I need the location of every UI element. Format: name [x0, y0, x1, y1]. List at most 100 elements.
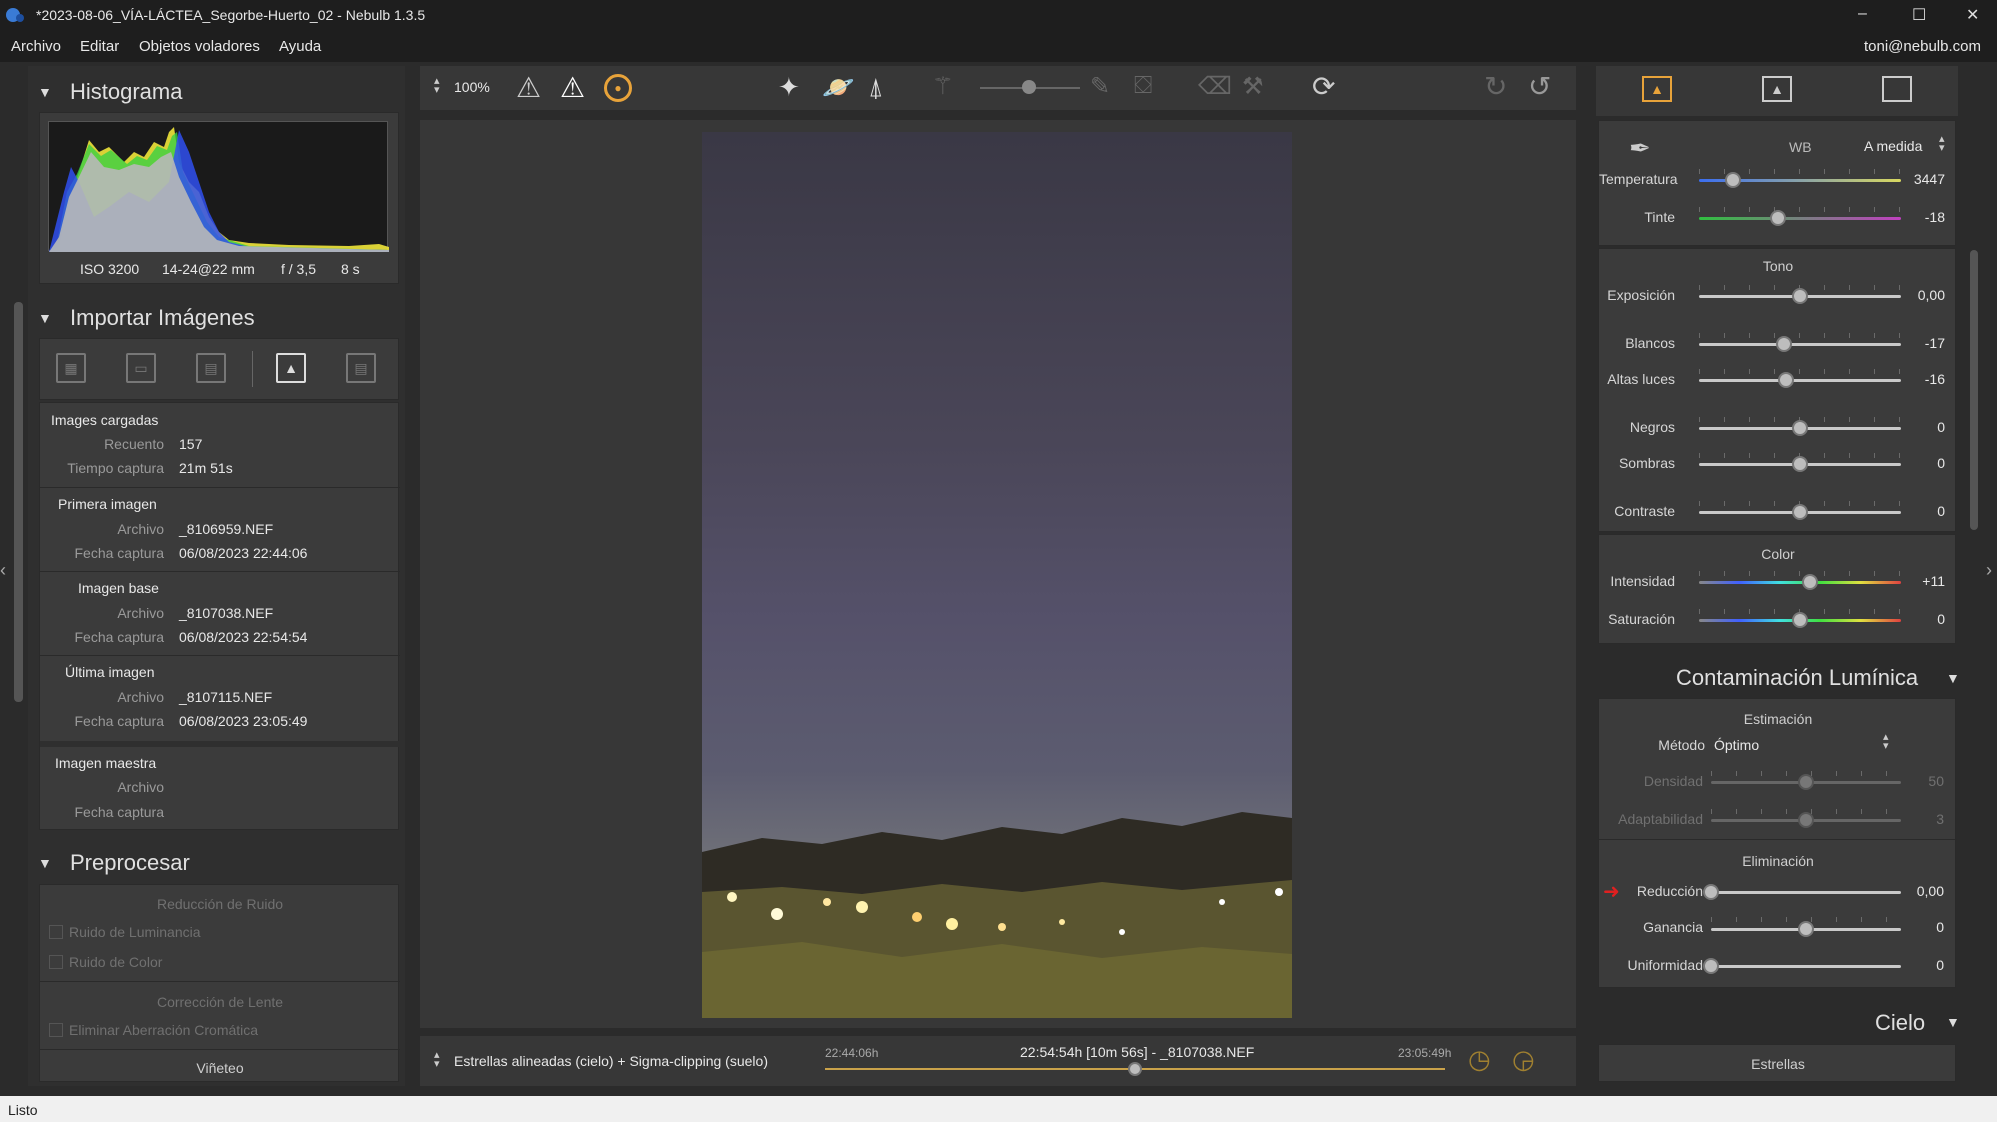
redo-icon[interactable]: ↻	[1484, 70, 1507, 103]
eraser-icon[interactable]: ⌫	[1198, 72, 1232, 101]
color-palette-icon[interactable]: ●	[604, 74, 632, 102]
method-value[interactable]: Óptimo	[1714, 737, 1759, 753]
clock-back-icon[interactable]: ◶	[1512, 1044, 1535, 1075]
luminance-noise-label: Ruido de Luminancia	[69, 924, 201, 940]
warning-outline-icon[interactable]: ⚠	[516, 71, 541, 104]
slider-ticks	[1699, 571, 1901, 576]
clock-forward-icon[interactable]: ◷	[1468, 1044, 1491, 1075]
slider-knob[interactable]	[1792, 456, 1808, 472]
method-stepper-icon[interactable]: ▴ ▾	[1883, 732, 1889, 752]
image-viewport[interactable]	[420, 120, 1576, 1028]
import-folder-icon[interactable]: ▭	[126, 353, 156, 383]
slider-track[interactable]	[1699, 217, 1901, 220]
loaded-title: Images cargadas	[51, 412, 159, 428]
slider-track[interactable]	[1699, 581, 1901, 584]
menu-objetos-voladores[interactable]: Objetos voladores	[139, 38, 260, 55]
brush-icon[interactable]: ✎	[1090, 72, 1110, 101]
left-collapse-handle[interactable]: ‹	[0, 560, 6, 581]
zoom-stepper-icon[interactable]: ▴ ▾	[434, 76, 440, 96]
slider-value: 0	[1937, 455, 1945, 471]
color-noise-checkbox[interactable]	[49, 955, 63, 969]
right-scrollbar[interactable]	[1970, 250, 1978, 530]
import-images-icon[interactable]: ▦	[56, 353, 86, 383]
histogram-exposure: 8 s	[341, 261, 360, 277]
uniformity-knob[interactable]	[1703, 958, 1719, 974]
uniformity-track[interactable]	[1711, 965, 1901, 968]
first-date: 06/08/2023 22:44:06	[179, 545, 308, 561]
reduction-knob[interactable]	[1703, 884, 1719, 900]
menu-ayuda[interactable]: Ayuda	[279, 38, 321, 55]
slider-label: Exposición	[1607, 287, 1675, 303]
left-scrollbar[interactable]	[14, 302, 23, 702]
histogram-collapse-icon[interactable]: ▼	[38, 84, 52, 100]
density-knob[interactable]	[1798, 774, 1814, 790]
light-pollution-collapse-icon[interactable]: ▼	[1946, 670, 1960, 686]
clear-images-icon[interactable]: ▤	[346, 353, 376, 383]
chromatic-aberration-checkbox[interactable]	[49, 1023, 63, 1037]
reduction-track[interactable]	[1711, 891, 1901, 894]
stars-panel[interactable]: Estrellas	[1598, 1044, 1956, 1082]
slider-knob[interactable]	[1777, 372, 1794, 388]
window-title: *2023-08-06_VÍA-LÁCTEA_Segorbe-Huerto_02…	[36, 7, 426, 23]
menu-archivo[interactable]: Archivo	[11, 38, 61, 55]
reduction-label: Reducción	[1636, 883, 1703, 899]
last-file: _8107115.NEF	[179, 689, 273, 705]
refresh-icon[interactable]: ⟳	[1312, 70, 1335, 103]
slider-knob[interactable]	[1802, 574, 1819, 590]
mode-stepper-icon[interactable]: ▴ ▾	[434, 1050, 440, 1070]
timeline-knob[interactable]	[1128, 1062, 1142, 1076]
menu-editar[interactable]: Editar	[80, 38, 119, 55]
loaded-count: 157	[179, 436, 203, 452]
base-file: _8107038.NEF	[179, 605, 274, 621]
wb-stepper-icon[interactable]: ▴ ▾	[1939, 134, 1945, 154]
undo-icon[interactable]: ↺	[1528, 70, 1551, 103]
vignette-title[interactable]: Viñeteo	[40, 1060, 400, 1076]
brush-size-knob[interactable]	[1022, 80, 1036, 94]
stacking-mode[interactable]: Estrellas alineadas (cielo) + Sigma-clip…	[454, 1053, 768, 1069]
gain-knob[interactable]	[1798, 921, 1814, 937]
color-panel: Color Intensidad +11 Saturación 0	[1598, 534, 1956, 644]
right-collapse-handle[interactable]: ›	[1986, 560, 1992, 581]
luminance-noise-checkbox[interactable]	[49, 925, 63, 939]
fill-bucket-icon[interactable]: ⛋	[1134, 72, 1152, 100]
planet-icon[interactable]: 🪐	[822, 72, 854, 103]
slider-knob[interactable]	[1792, 420, 1808, 436]
maximize-button[interactable]: ☐	[1912, 5, 1926, 25]
tower-icon[interactable]: ⍋	[868, 72, 884, 104]
sky-title: Cielo	[1875, 1010, 1926, 1035]
slider-knob[interactable]	[1775, 336, 1792, 352]
warning-filled-icon[interactable]: ⚠	[560, 71, 585, 104]
adaptability-value: 3	[1936, 811, 1944, 827]
tab-frame-icon[interactable]	[1882, 76, 1912, 102]
slider-knob[interactable]	[1792, 504, 1808, 520]
slider-knob[interactable]	[1769, 210, 1786, 226]
master-image-icon[interactable]: ▲	[276, 353, 306, 383]
slider-track[interactable]	[1699, 343, 1901, 346]
minimize-button[interactable]: –	[1858, 5, 1867, 23]
magic-wand-icon[interactable]: ⚚	[932, 72, 954, 101]
adaptability-knob[interactable]	[1798, 812, 1814, 828]
gain-label: Ganancia	[1643, 919, 1703, 935]
tab-image-settings-icon[interactable]: ▲	[1642, 76, 1672, 102]
import-paste-icon[interactable]: ▤	[196, 353, 226, 383]
slider-label: Blancos	[1625, 335, 1675, 351]
import-collapse-icon[interactable]: ▼	[38, 310, 52, 326]
night-sky-photo[interactable]	[702, 132, 1292, 1018]
histogram-lens: 14-24@22 mm	[162, 261, 255, 277]
wb-value[interactable]: A medida	[1864, 138, 1922, 154]
tab-image-icon[interactable]: ▲	[1762, 76, 1792, 102]
sky-collapse-icon[interactable]: ▼	[1946, 1014, 1960, 1030]
eyedropper-icon[interactable]: ✒	[1629, 133, 1651, 164]
preprocess-collapse-icon[interactable]: ▼	[38, 855, 52, 871]
zoom-level[interactable]: 100%	[454, 79, 490, 95]
broom-icon[interactable]: ⚒	[1242, 72, 1264, 101]
close-button[interactable]: ✕	[1966, 5, 1979, 25]
slider-track[interactable]	[1699, 379, 1901, 382]
slider-knob[interactable]	[1792, 612, 1808, 628]
user-account[interactable]: toni@nebulb.com	[1864, 38, 1981, 55]
stars-icon[interactable]: ✦	[778, 72, 800, 103]
slider-knob[interactable]	[1792, 288, 1808, 304]
slider-label: Contraste	[1614, 503, 1675, 519]
slider-knob[interactable]	[1725, 172, 1742, 188]
divider	[40, 655, 400, 656]
